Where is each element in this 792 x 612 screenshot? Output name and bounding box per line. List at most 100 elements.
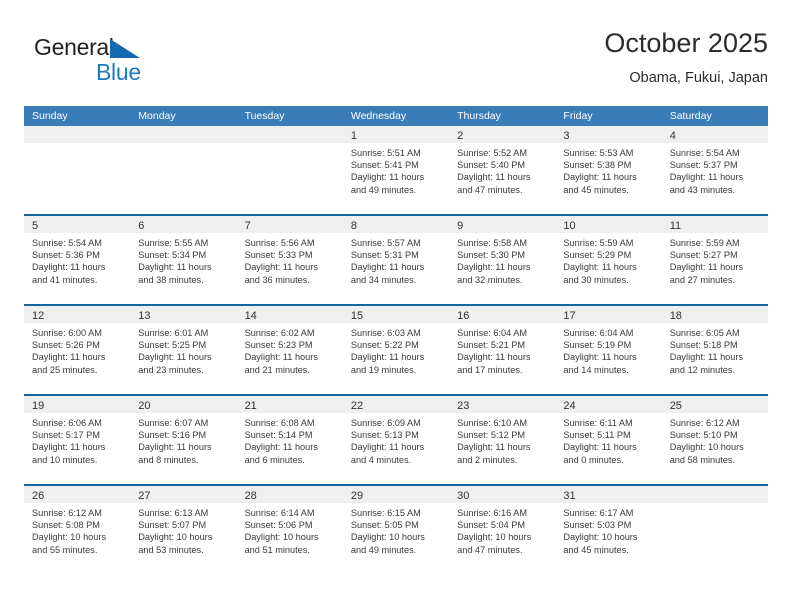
calendar-day-cell[interactable]: 25 Sunrise: 6:12 AM Sunset: 5:10 PM Dayligh… <box>661 396 768 484</box>
calendar-day-cell[interactable]: 27 Sunrise: 6:13 AM Sunset: 5:07 PM Dayligh… <box>130 486 237 574</box>
calendar-day-cell[interactable]: 5 Sunrise: 5:54 AM Sunset: 5:36 PM Daylight… <box>24 216 131 304</box>
day-detail-line: and 17 minutes. <box>457 364 523 375</box>
day-detail-text: Sunrise: 5:59 AM Sunset: 5:29 PM Daylight:… <box>555 233 661 286</box>
calendar-day-cell[interactable]: 20 Sunrise: 6:07 AM Sunset: 5:16 PM Dayligh… <box>130 396 237 484</box>
calendar-day-cell[interactable]: 3 Sunrise: 5:53 AM Sunset: 5:38 PM Daylight… <box>555 126 662 214</box>
day-number-band: 14 <box>236 306 343 323</box>
calendar-day-cell[interactable]: 29 Sunrise: 6:15 AM Sunset: 5:05 PM Dayligh… <box>342 486 450 574</box>
day-detail-line: and 30 minutes. <box>563 274 629 285</box>
day-detail-line: Daylight: 10 hours <box>669 442 744 453</box>
day-detail-line: and 34 minutes. <box>350 274 417 285</box>
day-number-band: 3 <box>555 126 662 143</box>
calendar-day-cell[interactable]: 8 Sunrise: 5:57 AM Sunset: 5:31 PM Daylight… <box>342 216 450 304</box>
day-detail-line: Sunset: 5:27 PM <box>669 250 738 261</box>
day-number: 13 <box>138 310 151 322</box>
page-header: General Blue October 2025 Obama, Fukui, … <box>24 26 768 98</box>
day-number: 25 <box>669 400 682 412</box>
day-detail-line: Daylight: 11 hours <box>244 442 318 453</box>
day-detail-text: Sunrise: 6:17 AM Sunset: 5:03 PM Daylight:… <box>555 503 661 556</box>
calendar-day-cell-empty <box>24 126 131 214</box>
calendar-day-cell[interactable]: 18 Sunrise: 6:05 AM Sunset: 5:18 PM Dayligh… <box>661 306 768 394</box>
calendar-day-cell[interactable]: 14 Sunrise: 6:02 AM Sunset: 5:23 PM Dayligh… <box>236 306 343 394</box>
calendar-day-cell[interactable]: 17 Sunrise: 6:04 AM Sunset: 5:19 PM Dayligh… <box>555 306 662 394</box>
day-detail-text <box>662 503 768 507</box>
day-of-week-header-tuesday: Tuesday <box>244 110 285 122</box>
day-number-band: 4 <box>661 126 768 143</box>
calendar-day-cell[interactable]: 7 Sunrise: 5:56 AM Sunset: 5:33 PM Daylight… <box>236 216 343 304</box>
day-number-band: 28 <box>236 486 343 503</box>
calendar-day-cell[interactable]: 13 Sunrise: 6:01 AM Sunset: 5:25 PM Dayligh… <box>130 306 237 394</box>
page-title: October 2025 <box>604 28 768 58</box>
calendar-day-cell[interactable]: 12 Sunrise: 6:00 AM Sunset: 5:26 PM Dayligh… <box>24 306 131 394</box>
day-number: 17 <box>563 310 576 322</box>
day-number: 9 <box>457 220 464 232</box>
day-detail-text: Sunrise: 6:10 AM Sunset: 5:12 PM Daylight:… <box>449 413 555 466</box>
day-number: 20 <box>138 400 151 412</box>
day-number-band: 20 <box>130 396 237 413</box>
day-detail-line: Sunrise: 6:17 AM <box>563 508 634 518</box>
day-number-band: 22 <box>342 396 450 413</box>
day-number-band: 23 <box>449 396 556 413</box>
calendar-day-cell[interactable]: 22 Sunrise: 6:09 AM Sunset: 5:13 PM Dayligh… <box>342 396 450 484</box>
day-detail-line: Daylight: 11 hours <box>350 442 425 453</box>
day-detail-line: Daylight: 10 hours <box>244 532 319 543</box>
day-detail-line: Daylight: 11 hours <box>457 262 531 273</box>
day-of-week-header-saturday: Saturday <box>669 110 712 122</box>
day-detail-line: Sunrise: 6:07 AM <box>138 418 209 428</box>
calendar-day-cell[interactable]: 15 Sunrise: 6:03 AM Sunset: 5:22 PM Dayligh… <box>342 306 450 394</box>
day-number: 1 <box>350 130 357 142</box>
day-detail-line: Sunset: 5:11 PM <box>563 430 631 441</box>
day-detail-line: Sunset: 5:10 PM <box>669 430 738 441</box>
day-detail-line: Daylight: 11 hours <box>138 262 212 273</box>
calendar-day-cell[interactable]: 10 Sunrise: 5:59 AM Sunset: 5:29 PM Dayligh… <box>555 216 662 304</box>
day-detail-text: Sunrise: 6:01 AM Sunset: 5:25 PM Daylight:… <box>130 323 236 376</box>
day-detail-text: Sunrise: 5:58 AM Sunset: 5:30 PM Daylight:… <box>449 233 555 286</box>
day-detail-text: Sunrise: 6:04 AM Sunset: 5:21 PM Daylight:… <box>449 323 555 376</box>
calendar-day-cell[interactable]: 26 Sunrise: 6:12 AM Sunset: 5:08 PM Dayligh… <box>24 486 131 574</box>
day-detail-line: Sunset: 5:38 PM <box>563 160 632 171</box>
day-detail-line: Daylight: 11 hours <box>669 262 744 273</box>
day-detail-line: and 36 minutes. <box>244 274 310 285</box>
day-number-band <box>236 126 343 143</box>
day-number-band: 11 <box>661 216 768 233</box>
day-of-week-header-wednesday: Wednesday <box>350 110 407 122</box>
day-number: 15 <box>350 310 364 322</box>
calendar-day-cell[interactable]: 24 Sunrise: 6:11 AM Sunset: 5:11 PM Dayligh… <box>555 396 662 484</box>
calendar-day-cell[interactable]: 19 Sunrise: 6:06 AM Sunset: 5:17 PM Dayligh… <box>24 396 131 484</box>
day-detail-line: Sunrise: 5:57 AM <box>350 238 421 248</box>
calendar-day-cell[interactable]: 2 Sunrise: 5:52 AM Sunset: 5:40 PM Daylight… <box>449 126 556 214</box>
calendar-day-cell[interactable]: 31 Sunrise: 6:17 AM Sunset: 5:03 PM Dayligh… <box>555 486 662 574</box>
day-number: 16 <box>457 310 470 322</box>
calendar-day-cell[interactable]: 4 Sunrise: 5:54 AM Sunset: 5:37 PM Daylight… <box>661 126 768 214</box>
day-number: 4 <box>669 130 676 142</box>
day-detail-line: Daylight: 11 hours <box>350 352 425 363</box>
general-blue-logo[interactable]: General Blue <box>34 34 164 90</box>
day-detail-line: and 8 minutes. <box>138 454 199 465</box>
day-number-band: 6 <box>130 216 237 233</box>
calendar-grid: Sunday Monday Tuesday Wednesday Thursday Frid… <box>24 106 768 574</box>
day-detail-line: Daylight: 11 hours <box>563 442 637 453</box>
calendar-day-cell[interactable]: 23 Sunrise: 6:10 AM Sunset: 5:12 PM Dayligh… <box>449 396 556 484</box>
day-detail-line: Sunrise: 6:11 AM <box>563 418 633 428</box>
day-detail-line: Daylight: 11 hours <box>138 442 212 453</box>
day-detail-line: Sunset: 5:36 PM <box>32 250 100 261</box>
calendar-day-cell[interactable]: 16 Sunrise: 6:04 AM Sunset: 5:21 PM Dayligh… <box>449 306 556 394</box>
day-detail-line: Sunrise: 6:04 AM <box>563 328 634 338</box>
day-number: 10 <box>563 220 576 232</box>
day-detail-text: Sunrise: 6:07 AM Sunset: 5:16 PM Daylight:… <box>130 413 236 466</box>
day-number: 22 <box>350 400 364 412</box>
day-detail-line: and 25 minutes. <box>32 364 98 375</box>
calendar-day-cell[interactable]: 11 Sunrise: 5:59 AM Sunset: 5:27 PM Dayligh… <box>661 216 768 304</box>
calendar-day-cell[interactable]: 1 Sunrise: 5:51 AM Sunset: 5:41 PM Daylight… <box>342 126 450 214</box>
day-detail-line: Sunset: 5:26 PM <box>32 340 100 351</box>
day-detail-text: Sunrise: 6:05 AM Sunset: 5:18 PM Daylight:… <box>662 323 768 376</box>
day-detail-line: and 49 minutes. <box>350 544 417 555</box>
calendar-day-cell[interactable]: 6 Sunrise: 5:55 AM Sunset: 5:34 PM Daylight… <box>130 216 237 304</box>
calendar-day-cell[interactable]: 28 Sunrise: 6:14 AM Sunset: 5:06 PM Dayligh… <box>236 486 343 574</box>
day-detail-text: Sunrise: 5:53 AM Sunset: 5:38 PM Daylight:… <box>555 143 661 196</box>
day-detail-line: and 45 minutes. <box>563 544 629 555</box>
calendar-day-cell[interactable]: 21 Sunrise: 6:08 AM Sunset: 5:14 PM Dayligh… <box>236 396 343 484</box>
day-detail-line: and 23 minutes. <box>138 364 204 375</box>
calendar-day-cell[interactable]: 30 Sunrise: 6:16 AM Sunset: 5:04 PM Dayligh… <box>449 486 556 574</box>
calendar-day-cell[interactable]: 9 Sunrise: 5:58 AM Sunset: 5:30 PM Daylight… <box>449 216 556 304</box>
